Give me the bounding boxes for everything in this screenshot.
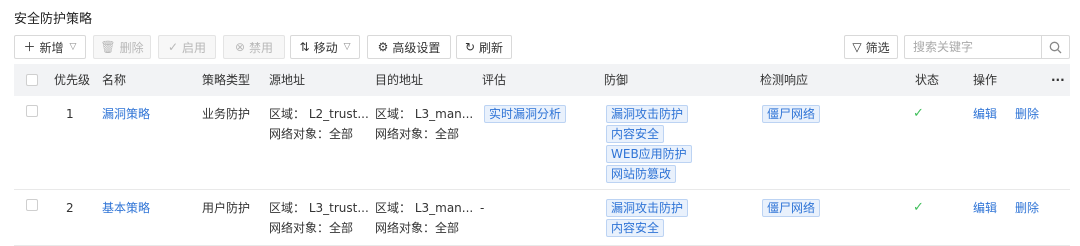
row-defense-tags: 漏洞攻击防护 内容安全: [606, 199, 689, 239]
row-priority: 2: [66, 201, 74, 215]
filter-button[interactable]: ▽ 筛选: [844, 35, 898, 59]
edit-link[interactable]: 编辑: [973, 105, 997, 123]
filter-label: 筛选: [865, 40, 890, 55]
row-priority: 1: [66, 107, 74, 121]
row-destination-zone: 区域： L3_man...: [375, 107, 474, 121]
search-button[interactable]: [1041, 36, 1069, 58]
advanced-settings-button[interactable]: ⚙ 高级设置: [367, 35, 451, 59]
delete-label: 删除: [119, 40, 144, 55]
row-source-zone: 区域： L3_trust...: [269, 201, 369, 215]
status-check-icon: ✓: [913, 200, 924, 215]
disable-label: 禁用: [249, 40, 274, 55]
row-source-object: 网络对象：全部: [269, 221, 354, 235]
refresh-button[interactable]: ↻ 刷新: [456, 35, 512, 59]
delete-link[interactable]: 删除: [1015, 199, 1039, 217]
gear-icon: ⚙: [377, 40, 389, 54]
row-type: 用户防护: [202, 201, 251, 215]
add-button[interactable]: ＋ 新增 ▽: [14, 35, 86, 59]
defense-tag: 漏洞攻击防护: [606, 199, 689, 217]
defense-tag: 内容安全: [606, 125, 665, 143]
enable-button[interactable]: ✓ 启用: [158, 35, 216, 59]
row-source-zone: 区域： L2_trust...: [269, 107, 369, 121]
refresh-label: 刷新: [479, 40, 504, 55]
move-button[interactable]: ⇅ 移动 ▽: [290, 35, 360, 59]
toolbar: ＋ 新增 ▽ 🗑 删除 ✓ 启用 ⊗ 禁用 ⇅ 移动 ▽ ⚙ 高级设置 ↻ 刷新…: [14, 35, 1070, 59]
col-status[interactable]: 状态: [915, 64, 939, 96]
assess-tag: 实时漏洞分析: [484, 105, 567, 123]
move-label: 移动: [313, 40, 338, 55]
table-row[interactable]: 2 基本策略 用户防护 区域： L3_trust... 网络对象：全部 区域： …: [14, 190, 1070, 246]
row-source-object: 网络对象：全部: [269, 127, 354, 141]
row-destination-object: 网络对象：全部: [375, 221, 460, 235]
delete-link[interactable]: 删除: [1015, 105, 1039, 123]
search-input[interactable]: [905, 36, 1041, 58]
delete-button[interactable]: 🗑 删除: [93, 35, 151, 59]
advanced-settings-label: 高级设置: [392, 40, 441, 55]
row-assess-empty: -: [480, 201, 485, 215]
row-detect: 僵尸网络: [762, 199, 821, 219]
status-check-icon: ✓: [913, 106, 924, 121]
row-defense-tags: 漏洞攻击防护 内容安全 WEB应用防护 网站防篡改: [606, 105, 692, 185]
add-label: 新增: [39, 40, 64, 55]
select-all-checkbox[interactable]: [26, 74, 38, 86]
col-name[interactable]: 名称: [102, 64, 126, 96]
row-name-link[interactable]: 漏洞策略: [102, 105, 150, 123]
chevron-down-icon: ▽: [69, 42, 77, 52]
row-checkbox[interactable]: [26, 199, 38, 211]
row-name-link[interactable]: 基本策略: [102, 199, 150, 217]
table-row[interactable]: 1 漏洞策略 业务防护 区域： L2_trust... 网络对象：全部 区域： …: [14, 96, 1070, 190]
enable-label: 启用: [182, 40, 207, 55]
defense-tag: 内容安全: [606, 219, 665, 237]
row-destination-object: 网络对象：全部: [375, 127, 460, 141]
defense-tag: WEB应用防护: [606, 145, 692, 163]
disable-button[interactable]: ⊗ 禁用: [223, 35, 285, 59]
detect-tag: 僵尸网络: [762, 199, 821, 217]
row-detect: 僵尸网络: [762, 105, 821, 125]
filter-icon: ▽: [852, 40, 862, 54]
table-header: 优先级 名称 策略类型 源地址 目的地址 评估 防御 检测响应 状态 操作 ··…: [14, 64, 1070, 96]
circle-x-icon: ⊗: [234, 40, 246, 54]
row-type: 业务防护: [202, 107, 251, 121]
trash-icon: 🗑: [100, 40, 116, 54]
col-source[interactable]: 源地址: [269, 64, 305, 96]
col-detect[interactable]: 检测响应: [760, 64, 808, 96]
defense-tag: 网站防篡改: [606, 165, 677, 183]
col-type[interactable]: 策略类型: [202, 64, 250, 96]
row-assess: 实时漏洞分析: [484, 105, 567, 125]
plus-icon: ＋: [23, 40, 36, 54]
col-destination[interactable]: 目的地址: [375, 64, 423, 96]
refresh-icon: ↻: [464, 40, 476, 54]
col-priority[interactable]: 优先级: [54, 64, 90, 96]
check-icon: ✓: [167, 40, 179, 54]
chevron-down-icon: ▽: [343, 42, 351, 52]
search-box: [904, 35, 1070, 59]
more-columns-icon[interactable]: ···: [1051, 64, 1065, 96]
sort-arrows-icon: ⇅: [299, 40, 310, 54]
col-assess[interactable]: 评估: [482, 64, 506, 96]
row-destination-zone: 区域： L3_man...: [375, 201, 474, 215]
defense-tag: 漏洞攻击防护: [606, 105, 689, 123]
page-title: 安全防护策略: [14, 12, 93, 27]
col-defense[interactable]: 防御: [604, 64, 628, 96]
detect-tag: 僵尸网络: [762, 105, 821, 123]
col-ops: 操作: [973, 73, 998, 87]
edit-link[interactable]: 编辑: [973, 199, 997, 217]
row-checkbox[interactable]: [26, 105, 38, 117]
search-icon: [1049, 41, 1062, 53]
